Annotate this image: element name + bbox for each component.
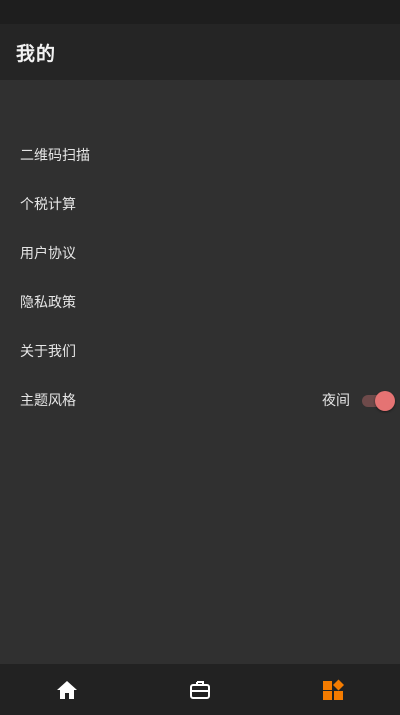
app-bar: 我的 xyxy=(0,24,400,80)
page-title: 我的 xyxy=(16,42,57,65)
nav-item-home[interactable] xyxy=(0,664,133,715)
nav-item-mine[interactable] xyxy=(267,664,400,715)
menu-item-user-agreement[interactable]: 用户协议 xyxy=(0,228,400,277)
nav-item-tools[interactable] xyxy=(133,664,266,715)
switch-thumb xyxy=(375,390,395,411)
menu-item-label: 主题风格 xyxy=(20,392,76,409)
menu-item-label: 用户协议 xyxy=(20,245,76,262)
theme-control: 夜间 xyxy=(322,389,400,411)
menu-item-label: 隐私政策 xyxy=(20,294,76,311)
menu-item-label: 二维码扫描 xyxy=(20,147,90,164)
theme-value-label: 夜间 xyxy=(322,392,350,409)
apps-icon xyxy=(323,679,345,700)
menu-item-tax-calculator[interactable]: 个税计算 xyxy=(0,179,400,228)
menu-item-qr-scan[interactable]: 二维码扫描 xyxy=(0,130,400,179)
menu-item-privacy-policy[interactable]: 隐私政策 xyxy=(0,277,400,326)
theme-toggle-switch[interactable] xyxy=(362,389,396,411)
status-bar xyxy=(0,0,400,24)
briefcase-icon xyxy=(189,680,210,699)
menu-item-theme: 主题风格 夜间 xyxy=(0,375,400,424)
content-area: 二维码扫描 个税计算 用户协议 隐私政策 关于我们 主题风格 夜间 xyxy=(0,80,400,664)
menu-item-label: 个税计算 xyxy=(20,196,76,213)
menu-list: 二维码扫描 个税计算 用户协议 隐私政策 关于我们 主题风格 夜间 xyxy=(0,130,400,424)
home-icon xyxy=(56,680,77,699)
menu-item-about-us[interactable]: 关于我们 xyxy=(0,326,400,375)
menu-item-label: 关于我们 xyxy=(20,343,76,360)
bottom-nav xyxy=(0,664,400,715)
